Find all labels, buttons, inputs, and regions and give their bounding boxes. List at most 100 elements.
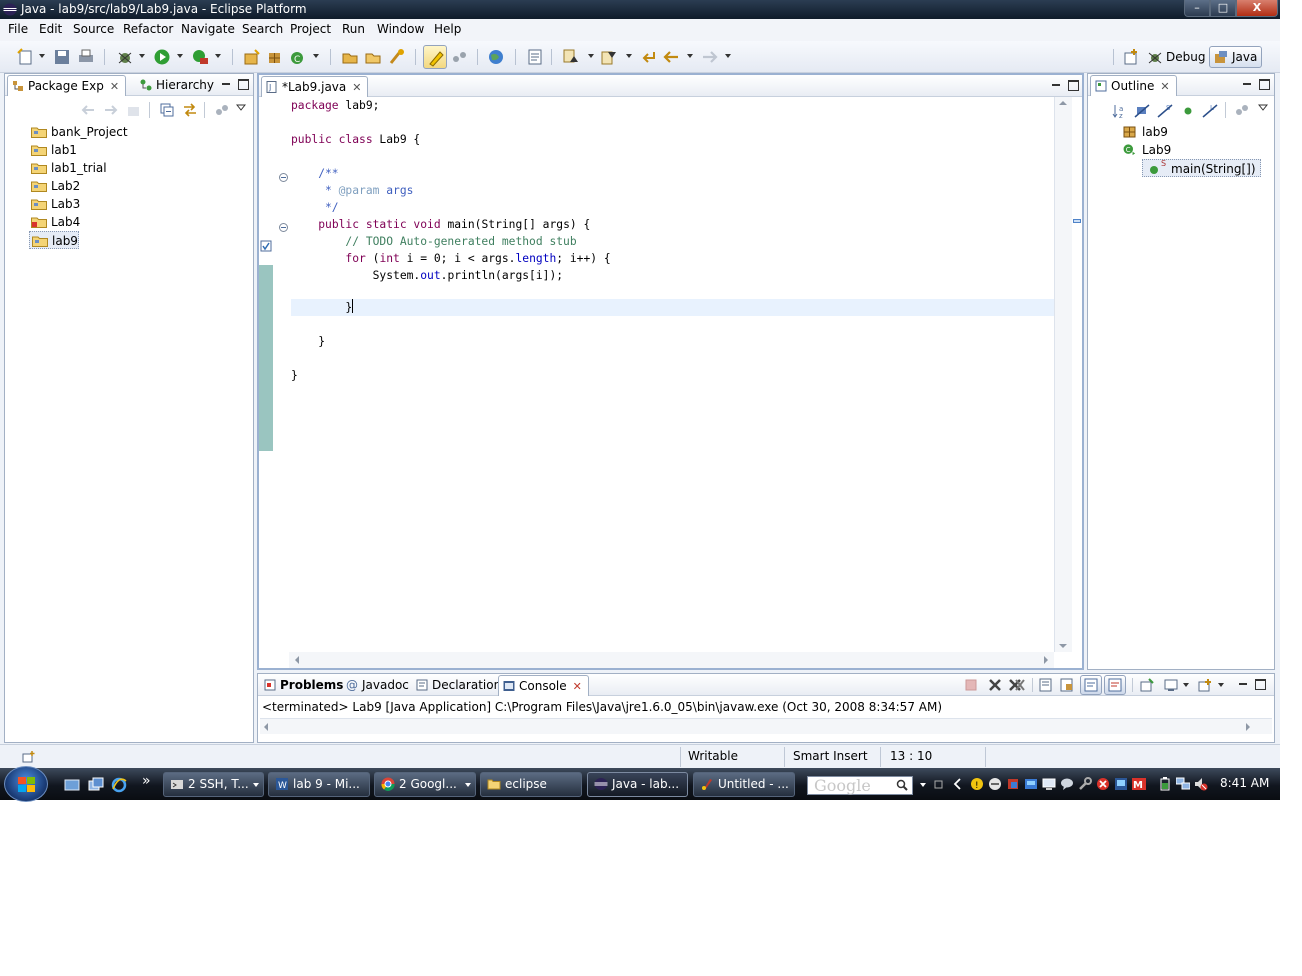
tray-balloon-icon[interactable]: [1060, 777, 1074, 791]
tray-volume-muted-icon[interactable]: [1194, 777, 1208, 791]
search-icon[interactable]: [388, 48, 406, 66]
view-menu-icon[interactable]: [236, 104, 246, 112]
new-java-project-icon[interactable]: [243, 48, 261, 66]
back-icon[interactable]: [662, 48, 680, 66]
menu-file[interactable]: File: [8, 22, 28, 36]
taskbar-button-eclipse-folder[interactable]: eclipse: [480, 772, 582, 797]
save-icon[interactable]: [53, 48, 71, 66]
tab-outline[interactable]: Outline ✕: [1090, 75, 1177, 96]
tree-item-project[interactable]: lab1_trial: [29, 159, 107, 177]
run-icon[interactable]: [153, 48, 171, 66]
internet-explorer-icon[interactable]: [111, 777, 127, 793]
new-icon[interactable]: [17, 48, 35, 66]
tray-display-icon[interactable]: [1042, 777, 1056, 791]
taskbar-button-paint[interactable]: Untitled - ...: [693, 772, 795, 797]
show-console-on-error-toggle[interactable]: [1104, 675, 1126, 695]
maximize-view-icon[interactable]: [1255, 679, 1266, 690]
link-with-editor-icon[interactable]: [182, 103, 198, 117]
terminate-icon[interactable]: [965, 679, 977, 691]
taskbar-button-ssh[interactable]: 2 SSH, T...: [163, 772, 264, 797]
view-menu-icon[interactable]: [1258, 104, 1268, 112]
open-resource-icon[interactable]: [364, 48, 382, 66]
scroll-up-icon[interactable]: [1059, 101, 1067, 105]
tab-console[interactable]: Console ✕: [498, 675, 589, 696]
tray-battery-icon[interactable]: [1158, 777, 1172, 791]
search-dropdown-icon[interactable]: [920, 783, 926, 787]
overview-ruler[interactable]: [1072, 97, 1082, 652]
last-edit-location-icon[interactable]: [639, 48, 657, 66]
fold-collapse-icon[interactable]: [279, 223, 288, 232]
scroll-left-icon[interactable]: [264, 723, 268, 731]
forward-icon[interactable]: [701, 48, 719, 66]
switch-windows-icon[interactable]: [88, 777, 104, 793]
menu-source[interactable]: Source: [73, 22, 114, 36]
outline-item-method-selected[interactable]: S main(String[]): [1142, 159, 1261, 177]
overview-marker[interactable]: [1073, 219, 1081, 223]
forward-icon[interactable]: [104, 103, 118, 117]
display-console-dropdown-icon[interactable]: [1183, 683, 1189, 687]
run-dropdown-icon[interactable]: [177, 54, 183, 58]
editor-vertical-scrollbar[interactable]: [1054, 97, 1072, 652]
minimize-view-icon[interactable]: [221, 79, 231, 89]
tab-javadoc[interactable]: @ Javadoc: [342, 675, 415, 696]
open-console-icon[interactable]: [1198, 678, 1212, 692]
close-icon[interactable]: ✕: [573, 677, 582, 697]
previous-annotation-icon[interactable]: [600, 48, 618, 66]
remove-launch-icon[interactable]: [988, 678, 1002, 692]
new-dropdown-icon[interactable]: [39, 54, 45, 58]
tray-network-computers-icon[interactable]: [1176, 777, 1190, 791]
maximize-view-icon[interactable]: [1068, 80, 1079, 91]
scroll-lock-icon[interactable]: [1060, 678, 1074, 692]
minimize-view-icon[interactable]: [1242, 79, 1252, 89]
close-button[interactable]: X: [1236, 0, 1278, 17]
debug-icon[interactable]: [116, 48, 134, 66]
tray-app-icon[interactable]: [1006, 777, 1020, 791]
menu-run[interactable]: Run: [342, 22, 365, 36]
sort-icon[interactable]: az: [1112, 103, 1128, 119]
start-button[interactable]: [4, 766, 48, 802]
tree-item-project-selected[interactable]: lab9: [29, 231, 79, 249]
clear-console-icon[interactable]: [1039, 678, 1053, 692]
show-whitespace-icon[interactable]: [451, 48, 469, 66]
tab-package-explorer[interactable]: Package Exp ✕: [7, 75, 127, 96]
scroll-right-icon[interactable]: [1044, 656, 1048, 664]
perspective-debug[interactable]: Debug: [1143, 46, 1210, 68]
tray-expand-icon[interactable]: [952, 777, 962, 791]
hide-local-types-icon[interactable]: L: [1202, 103, 1218, 119]
collapse-all-icon[interactable]: [160, 103, 174, 117]
tab-problems[interactable]: Problems: [260, 675, 349, 696]
tree-item-project[interactable]: bank_Project: [29, 123, 128, 141]
tray-gmail-icon[interactable]: M: [1132, 777, 1146, 791]
filters-icon[interactable]: [1234, 103, 1250, 117]
menu-help[interactable]: Help: [434, 22, 461, 36]
mark-occurrences-toggle[interactable]: [423, 45, 447, 69]
tab-hierarchy[interactable]: Hierarchy: [136, 75, 220, 96]
back-dropdown-icon[interactable]: [687, 54, 693, 58]
editor-horizontal-scrollbar[interactable]: [289, 652, 1054, 668]
print-icon[interactable]: [77, 48, 95, 66]
hide-non-public-icon[interactable]: [1181, 104, 1195, 118]
taskbar-button-java-eclipse[interactable]: Java - lab...: [587, 772, 688, 797]
scroll-left-icon[interactable]: [295, 656, 299, 664]
menu-navigate[interactable]: Navigate: [181, 22, 235, 36]
new-class-icon[interactable]: C: [289, 48, 307, 66]
tray-norton-icon[interactable]: !: [970, 777, 984, 791]
maximize-view-icon[interactable]: [238, 79, 249, 90]
new-package-icon[interactable]: [266, 48, 284, 66]
taskbar-button-chrome[interactable]: 2 Googl...: [374, 772, 476, 797]
maximize-view-icon[interactable]: [1259, 79, 1270, 90]
tray-network-icon[interactable]: [1114, 777, 1128, 791]
tab-lab9-java[interactable]: J *Lab9.java ✕: [261, 76, 369, 97]
menu-project[interactable]: Project: [290, 22, 331, 36]
menu-search[interactable]: Search: [242, 22, 283, 36]
tree-item-project[interactable]: Lab4: [29, 213, 80, 231]
task-list-icon[interactable]: [526, 48, 544, 66]
open-perspective-icon[interactable]: [1122, 48, 1140, 66]
new-class-dropdown-icon[interactable]: [313, 54, 319, 58]
menu-window[interactable]: Window: [377, 22, 424, 36]
tray-security-icon[interactable]: [1096, 777, 1110, 791]
show-console-on-output-toggle[interactable]: [1080, 675, 1102, 695]
console-horizontal-scrollbar[interactable]: [260, 718, 1272, 734]
up-icon[interactable]: [127, 103, 141, 117]
tree-item-project[interactable]: Lab3: [29, 195, 80, 213]
